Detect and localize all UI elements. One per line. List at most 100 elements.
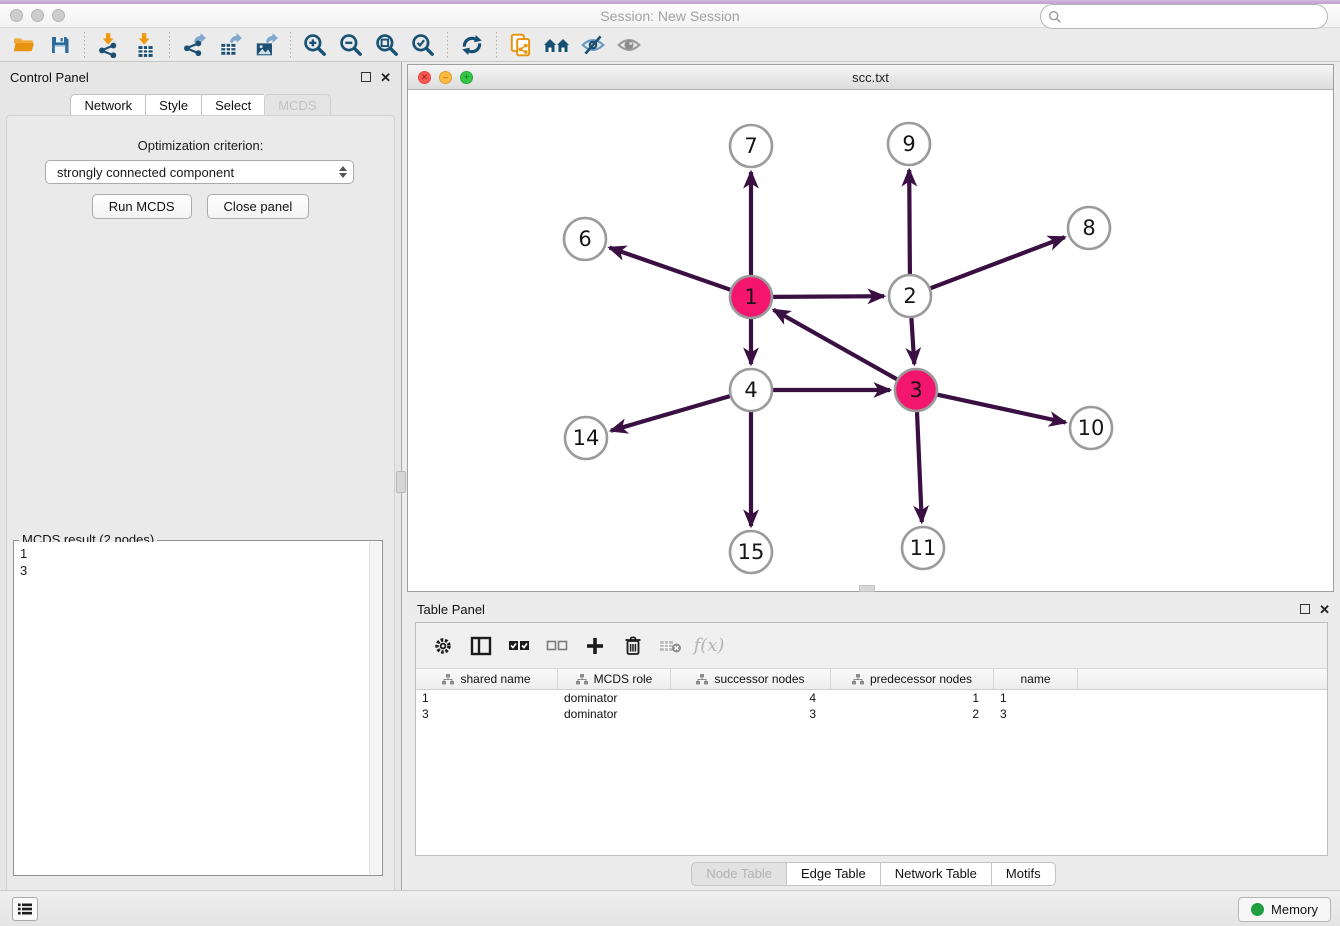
export-table-icon[interactable] bbox=[212, 30, 248, 60]
optimization-criterion-select[interactable]: strongly connected component bbox=[45, 160, 354, 184]
run-mcds-button[interactable]: Run MCDS bbox=[92, 194, 192, 219]
toolbar-separator bbox=[84, 32, 85, 58]
close-panel-icon[interactable]: ✕ bbox=[380, 71, 391, 84]
zoom-fit-icon[interactable] bbox=[369, 30, 405, 60]
table-panel: Table Panel ✕ bbox=[407, 594, 1340, 890]
table-header-row: shared name MCDS role successor nodes pr… bbox=[416, 669, 1327, 690]
tab-node-table[interactable]: Node Table bbox=[691, 862, 786, 886]
zoom-selected-icon[interactable] bbox=[405, 30, 441, 60]
deselect-all-columns-icon[interactable] bbox=[540, 629, 574, 663]
memory-status-icon bbox=[1251, 903, 1264, 916]
tab-edge-table[interactable]: Edge Table bbox=[786, 862, 880, 886]
network-splitter-grip[interactable] bbox=[859, 585, 875, 592]
graph-edge[interactable] bbox=[917, 412, 922, 522]
tab-motifs[interactable]: Motifs bbox=[991, 862, 1056, 886]
graph-edge[interactable] bbox=[774, 310, 897, 379]
column-header-mcds-role[interactable]: MCDS role bbox=[558, 669, 671, 689]
table-row[interactable]: 3 dominator 3 2 3 bbox=[416, 706, 1327, 722]
toolbar-separator bbox=[447, 32, 448, 58]
memory-label: Memory bbox=[1271, 902, 1318, 917]
panel-splitter-grip[interactable] bbox=[396, 471, 406, 493]
column-header-shared-name[interactable]: shared name bbox=[416, 669, 558, 689]
status-bar: Memory bbox=[0, 890, 1340, 926]
tree-icon bbox=[442, 674, 454, 685]
search-icon bbox=[1048, 10, 1062, 24]
mcds-tab-content: Optimization criterion: strongly connect… bbox=[6, 115, 395, 890]
search-input[interactable] bbox=[1067, 9, 1327, 24]
graph-node-label: 1 bbox=[744, 285, 757, 309]
column-header-predecessor-nodes[interactable]: predecessor nodes bbox=[831, 669, 994, 689]
select-stepper-icon bbox=[339, 166, 347, 178]
delete-column-trash-icon[interactable] bbox=[616, 629, 650, 663]
graph-edge[interactable] bbox=[931, 237, 1065, 288]
graph-node-label: 9 bbox=[902, 132, 915, 156]
export-image-icon[interactable] bbox=[248, 30, 284, 60]
mcds-result-group: MCDS result (2 nodes) 1 3 bbox=[13, 540, 383, 876]
tree-icon bbox=[696, 674, 708, 685]
function-builder-icon: f(x) bbox=[692, 629, 726, 663]
graph-edge[interactable] bbox=[773, 296, 884, 297]
column-header-filler bbox=[1078, 669, 1327, 689]
hide-eye-slash-icon[interactable] bbox=[575, 30, 611, 60]
open-session-icon[interactable] bbox=[6, 30, 42, 60]
close-table-panel-icon[interactable]: ✕ bbox=[1319, 603, 1330, 616]
result-scrollbar[interactable] bbox=[369, 542, 381, 874]
houses-icon[interactable] bbox=[539, 30, 575, 60]
refresh-icon[interactable] bbox=[454, 30, 490, 60]
new-network-from-selection-icon[interactable] bbox=[503, 30, 539, 60]
task-history-button[interactable] bbox=[12, 897, 38, 921]
mcds-result-text[interactable]: 1 3 bbox=[15, 542, 369, 874]
graph-edge[interactable] bbox=[909, 170, 910, 274]
toolbar-search[interactable] bbox=[1040, 4, 1328, 29]
optimization-criterion-label: Optimization criterion: bbox=[7, 138, 394, 153]
show-column-panel-icon[interactable] bbox=[464, 629, 498, 663]
network-title: scc.txt bbox=[408, 70, 1333, 85]
float-table-panel-icon[interactable] bbox=[1300, 604, 1310, 614]
graph-node-label: 11 bbox=[910, 536, 937, 560]
control-panel: Control Panel ✕ Network Style Select MCD… bbox=[0, 62, 402, 890]
show-eye-icon[interactable] bbox=[611, 30, 647, 60]
network-graph-svg: 7968124314101511 bbox=[408, 90, 1333, 591]
column-header-successor-nodes[interactable]: successor nodes bbox=[671, 669, 831, 689]
network-window: ✕ – + scc.txt 7968124314101511 bbox=[407, 64, 1334, 592]
zoom-out-icon[interactable] bbox=[333, 30, 369, 60]
graph-node-label: 4 bbox=[744, 378, 757, 402]
tree-icon bbox=[576, 674, 588, 685]
result-line: 3 bbox=[20, 562, 364, 579]
table-panel-tabs: Node Table Edge Table Network Table Moti… bbox=[407, 862, 1340, 886]
float-panel-icon[interactable] bbox=[361, 72, 371, 82]
result-line: 1 bbox=[20, 545, 364, 562]
graph-edge[interactable] bbox=[610, 248, 731, 290]
import-network-icon[interactable] bbox=[91, 30, 127, 60]
tab-network-table[interactable]: Network Table bbox=[880, 862, 991, 886]
memory-button[interactable]: Memory bbox=[1238, 897, 1331, 922]
close-panel-button[interactable]: Close panel bbox=[207, 194, 310, 219]
zoom-in-icon[interactable] bbox=[297, 30, 333, 60]
import-table-icon[interactable] bbox=[127, 30, 163, 60]
export-network-icon[interactable] bbox=[176, 30, 212, 60]
graph-node-label: 15 bbox=[738, 540, 765, 564]
delete-table-icon bbox=[654, 629, 688, 663]
graph-node-label: 14 bbox=[573, 426, 600, 450]
list-icon bbox=[17, 902, 33, 916]
table-row[interactable]: 1 dominator 4 1 1 bbox=[416, 690, 1327, 706]
graph-node-label: 2 bbox=[903, 284, 916, 308]
node-table: f(x) shared name MCDS role successor nod… bbox=[415, 622, 1328, 856]
toolbar-separator bbox=[169, 32, 170, 58]
table-panel-title: Table Panel bbox=[417, 602, 1300, 617]
network-window-titlebar[interactable]: ✕ – + scc.txt bbox=[408, 65, 1333, 90]
column-header-name[interactable]: name bbox=[994, 669, 1078, 689]
select-all-columns-icon[interactable] bbox=[502, 629, 536, 663]
graph-node-label: 8 bbox=[1082, 216, 1095, 240]
save-session-icon[interactable] bbox=[42, 30, 78, 60]
graph-edge[interactable] bbox=[611, 396, 730, 431]
table-toolbar: f(x) bbox=[416, 623, 1327, 669]
create-column-plus-icon[interactable] bbox=[578, 629, 612, 663]
table-settings-gear-icon[interactable] bbox=[426, 629, 460, 663]
graph-edge[interactable] bbox=[938, 395, 1066, 423]
network-canvas[interactable]: 7968124314101511 bbox=[408, 90, 1333, 591]
graph-node-label: 3 bbox=[909, 378, 922, 402]
tree-icon bbox=[852, 674, 864, 685]
graph-edge[interactable] bbox=[911, 318, 914, 364]
graph-node-label: 6 bbox=[578, 227, 591, 251]
